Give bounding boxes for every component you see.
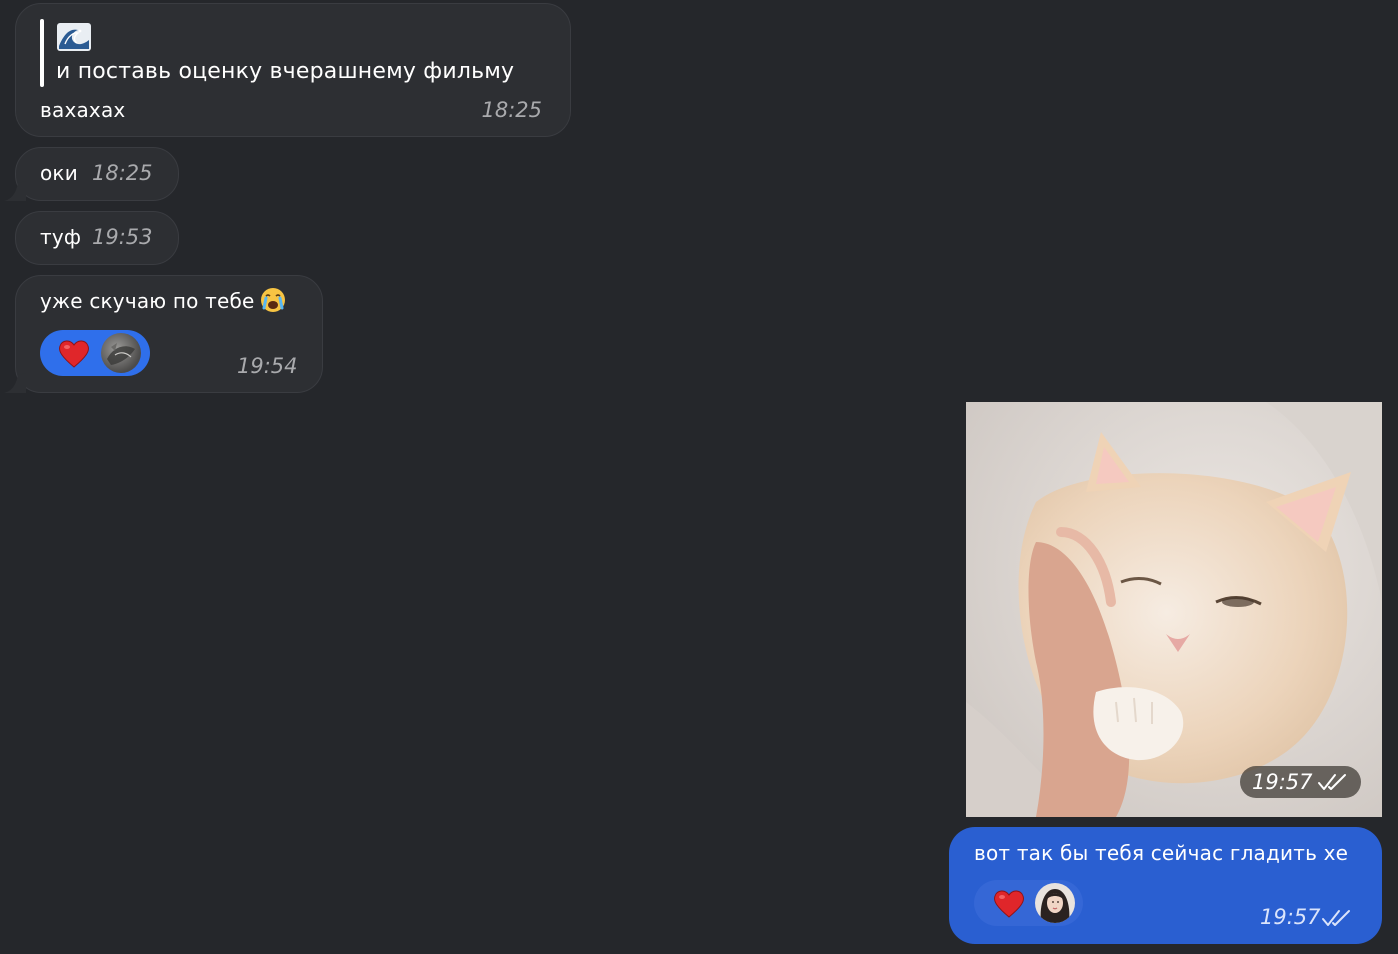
reaction-pill[interactable] <box>40 330 150 376</box>
wave-emoji-icon <box>57 23 91 51</box>
reaction-pill[interactable] <box>974 880 1083 926</box>
double-check-icon <box>1317 774 1346 790</box>
outgoing-message-bubble[interactable]: вот так бы тебя сейчас гладить хе 19:57 <box>949 827 1382 944</box>
photo-time: 19:57 <box>1252 770 1313 794</box>
message-bubble[interactable]: оки 18:25 <box>4 147 179 201</box>
message-time: 18:25 <box>92 161 153 185</box>
message-bubble-quote[interactable]: и поставь оценку вчерашнему фильму вахах… <box>15 3 571 137</box>
bubble-tail <box>4 373 26 393</box>
message-time: 19:54 <box>237 354 298 378</box>
cat-avatar <box>101 333 141 373</box>
message-time: 19:53 <box>92 225 153 249</box>
crying-face-emoji-icon <box>261 288 285 312</box>
red-heart-icon <box>59 340 89 368</box>
quote-text: и поставь оценку вчерашнему фильму <box>56 59 515 84</box>
message-text: уже скучаю по тебе <box>40 289 255 313</box>
message-time: 18:25 <box>481 98 542 122</box>
quote-bar <box>40 19 44 87</box>
red-heart-icon <box>994 890 1024 918</box>
message-text: оки <box>40 161 78 185</box>
bubble-tail <box>4 181 26 201</box>
girl-avatar <box>1035 883 1075 923</box>
message-text: вот так бы тебя сейчас гладить хе <box>974 841 1349 865</box>
double-check-icon <box>1322 910 1350 926</box>
message-time: 19:57 <box>1260 905 1321 929</box>
message-text: туф <box>40 225 82 249</box>
message-bubble-reaction[interactable]: уже скучаю по тебе 19:54 <box>4 275 323 393</box>
message-bubble[interactable]: туф 19:53 <box>15 211 179 265</box>
message-text: вахахах <box>40 98 126 122</box>
photo-time-chip: 19:57 <box>1240 766 1361 798</box>
kitten-photo[interactable]: 19:57 <box>966 402 1382 817</box>
